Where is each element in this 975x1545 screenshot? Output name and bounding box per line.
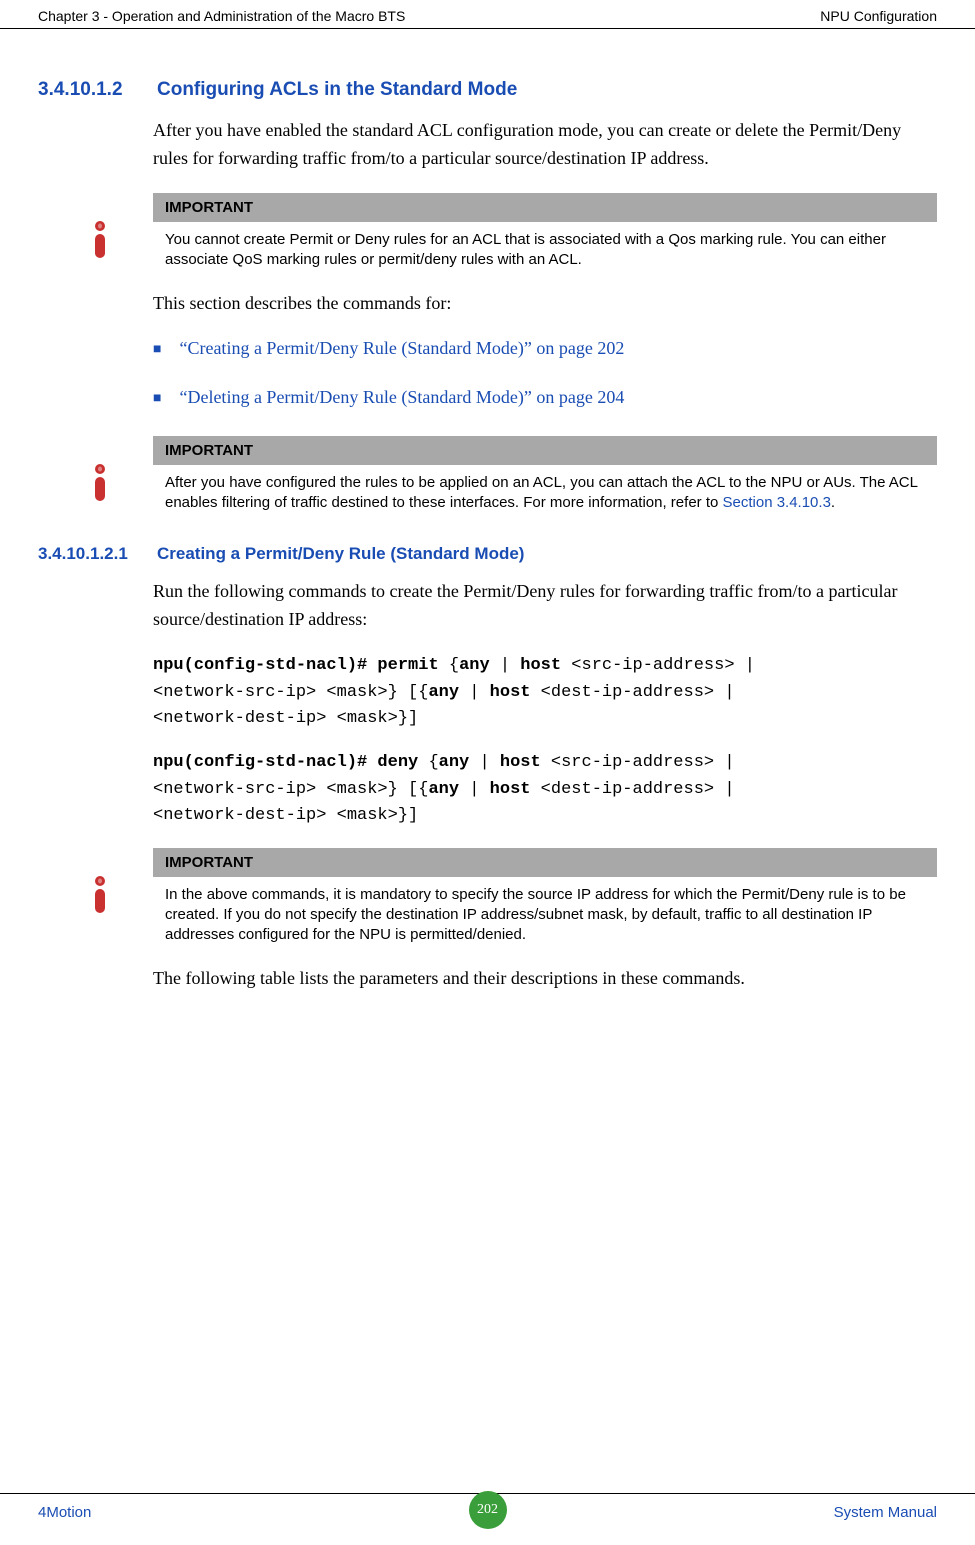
important-note: IMPORTANT In the above commands, it is m… — [90, 848, 937, 946]
section-heading: 3.4.10.1.2 Configuring ACLs in the Stand… — [38, 79, 937, 101]
page-number-badge: 202 — [469, 1491, 507, 1529]
important-label: IMPORTANT — [153, 436, 937, 465]
info-icon — [90, 220, 120, 267]
info-icon — [90, 875, 120, 922]
subsection-number: 3.4.10.1.2.1 — [38, 544, 153, 564]
important-note: IMPORTANT After you have configured the … — [90, 436, 937, 514]
code-block-permit: npu(config-std-nacl)# permit {any | host… — [153, 653, 937, 732]
info-icon — [90, 463, 120, 510]
outro-text: The following table lists the parameters… — [153, 965, 937, 993]
important-text: You cannot create Permit or Deny rules f… — [153, 222, 937, 271]
bullet-link[interactable]: “Creating a Permit/Deny Rule (Standard M… — [179, 338, 624, 359]
section-number: 3.4.10.1.2 — [38, 79, 153, 101]
important-label: IMPORTANT — [153, 848, 937, 877]
describes-text: This section describes the commands for: — [153, 290, 937, 318]
header-right: NPU Configuration — [820, 8, 937, 24]
list-item: ■ “Deleting a Permit/Deny Rule (Standard… — [153, 387, 937, 408]
list-item: ■ “Creating a Permit/Deny Rule (Standard… — [153, 338, 937, 359]
header-left: Chapter 3 - Operation and Administration… — [38, 8, 405, 24]
section-title: Configuring ACLs in the Standard Mode — [157, 79, 517, 101]
page-content: 3.4.10.1.2 Configuring ACLs in the Stand… — [0, 29, 975, 993]
page-header: Chapter 3 - Operation and Administration… — [0, 0, 975, 29]
important-label: IMPORTANT — [153, 193, 937, 222]
bullet-icon: ■ — [153, 342, 161, 358]
code-block-deny: npu(config-std-nacl)# deny {any | host <… — [153, 750, 937, 829]
subsection-heading: 3.4.10.1.2.1 Creating a Permit/Deny Rule… — [38, 544, 937, 564]
footer-right: System Manual — [834, 1504, 937, 1521]
subsection-title: Creating a Permit/Deny Rule (Standard Mo… — [157, 544, 524, 564]
important-note: IMPORTANT You cannot create Permit or De… — [90, 193, 937, 271]
important-text: In the above commands, it is mandatory t… — [153, 877, 937, 946]
bullet-list: ■ “Creating a Permit/Deny Rule (Standard… — [153, 338, 937, 408]
bullet-link[interactable]: “Deleting a Permit/Deny Rule (Standard M… — [179, 387, 624, 408]
footer-left: 4Motion — [38, 1504, 91, 1521]
important-text: After you have configured the rules to b… — [153, 465, 937, 514]
subsection-intro: Run the following commands to create the… — [153, 578, 937, 634]
section-intro: After you have enabled the standard ACL … — [153, 117, 937, 173]
bullet-icon: ■ — [153, 391, 161, 407]
section-link[interactable]: Section 3.4.10.3 — [723, 494, 831, 511]
